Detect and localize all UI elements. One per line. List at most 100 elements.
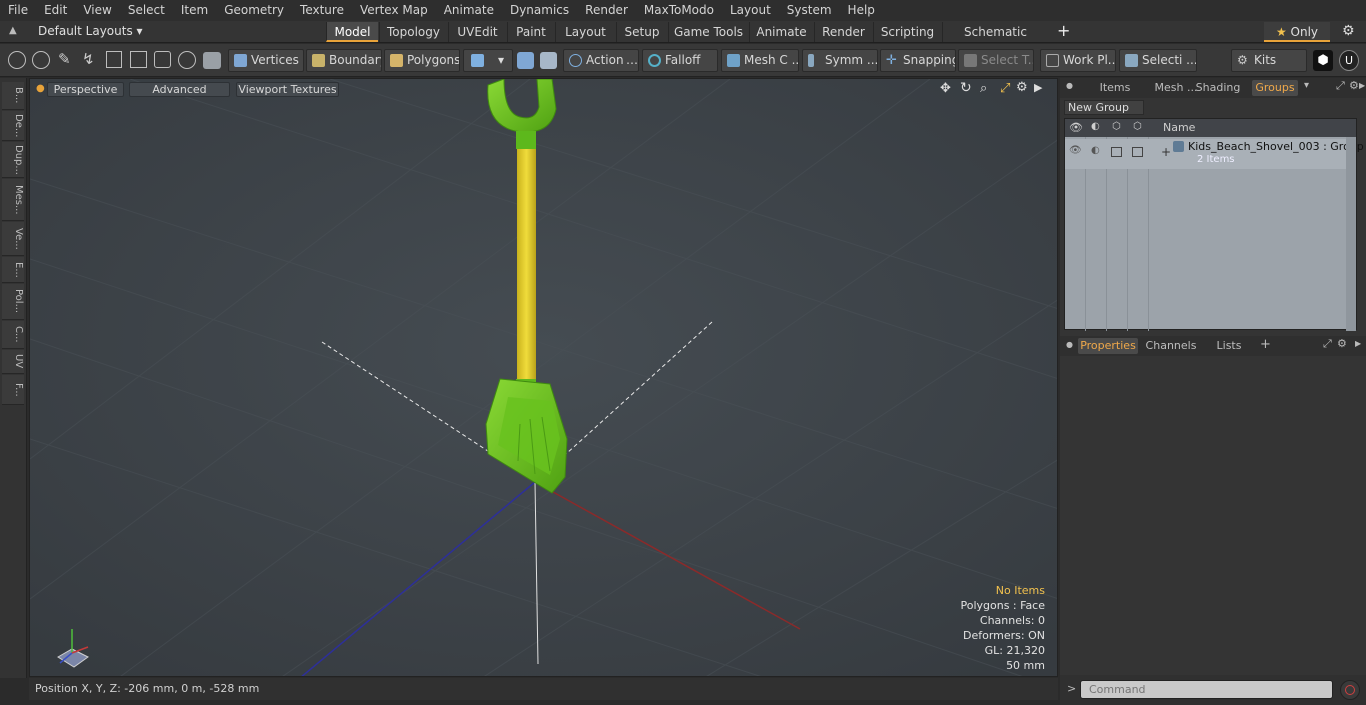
menu-vertex-map[interactable]: Vertex Map	[352, 0, 436, 21]
props-expand-icon[interactable]: ▶	[1355, 339, 1361, 348]
tab-channels[interactable]: Channels	[1142, 338, 1200, 354]
unreal-icon[interactable]: U	[1339, 50, 1359, 71]
strip-tab-polygon[interactable]: Pol...	[2, 284, 24, 320]
record-button[interactable]	[1340, 680, 1360, 700]
add-panel-tab-icon[interactable]: +	[1260, 337, 1271, 352]
action-button[interactable]: Action…	[563, 49, 639, 72]
collapse-arrow-icon[interactable]: ▲	[9, 25, 17, 36]
new-group-button[interactable]: New Group	[1064, 100, 1144, 115]
panel-expand-icon[interactable]: ▶	[1359, 81, 1365, 90]
tab-schematic-fusion[interactable]: Schematic Fusion	[942, 22, 1048, 59]
tab-lists[interactable]: Lists	[1206, 338, 1252, 354]
zoom-icon[interactable]: ⌕	[980, 81, 987, 96]
tab-items[interactable]: Items	[1084, 80, 1146, 96]
boundary-button[interactable]: Boundary	[306, 49, 382, 72]
add-tab-icon[interactable]: +	[1057, 21, 1070, 40]
expand-plus-icon[interactable]: +	[1161, 145, 1171, 159]
globe-icon[interactable]	[32, 51, 50, 69]
groups-scrollbar[interactable]	[1346, 137, 1356, 331]
tab-shading[interactable]: Shading	[1188, 80, 1248, 96]
polygons-button[interactable]: Polygons	[384, 49, 460, 72]
row-lock-checkbox[interactable]	[1111, 147, 1122, 157]
vertices-button[interactable]: Vertices	[228, 49, 304, 72]
symmetry-sphere-icon[interactable]	[517, 52, 534, 69]
tab-menu-arrow-icon[interactable]: ▾	[1304, 80, 1309, 91]
lock-icon[interactable]: ⬡	[1112, 121, 1121, 132]
tab-setup[interactable]: Setup	[616, 22, 667, 42]
item-mode-icon[interactable]	[203, 52, 221, 69]
workplane-button[interactable]: Work Pl...	[1040, 49, 1116, 72]
tab-model[interactable]: Model	[326, 22, 378, 42]
render-icon[interactable]: ◐	[1091, 121, 1100, 132]
gear-icon[interactable]: ⚙	[1342, 23, 1355, 39]
mesh-constraints-button[interactable]: Mesh C ...	[721, 49, 799, 72]
action-center-icon[interactable]	[540, 52, 557, 69]
tab-groups[interactable]: Groups	[1252, 80, 1298, 96]
tab-render[interactable]: Render	[814, 22, 872, 42]
brush-icon[interactable]: ↯	[82, 50, 95, 68]
strip-tab-duplicate[interactable]: Dup...	[2, 142, 24, 178]
strip-tab-basic[interactable]: B...	[2, 82, 24, 110]
pan-icon[interactable]: ✥	[940, 81, 951, 96]
tab-game-tools[interactable]: Game Tools	[668, 22, 748, 42]
menu-render[interactable]: Render	[577, 0, 636, 21]
strip-tab-fusion[interactable]: F...	[2, 375, 24, 405]
perspective-dropdown[interactable]: Perspective	[47, 82, 124, 97]
falloff-button[interactable]: Falloff	[642, 49, 718, 72]
symmetry-button[interactable]: Symm ...	[802, 49, 878, 72]
center-icon[interactable]	[130, 51, 147, 68]
pen-tool-icon[interactable]: ✎	[58, 50, 71, 68]
align-icon[interactable]	[106, 51, 122, 68]
tab-animate[interactable]: Animate	[749, 22, 813, 42]
menu-item[interactable]: Item	[173, 0, 216, 21]
layouts-dropdown[interactable]: Default Layouts ▾	[38, 24, 143, 38]
material-mode-dropdown[interactable]: ▾	[463, 49, 513, 72]
strip-tab-edge[interactable]: E...	[2, 257, 24, 283]
tab-paint[interactable]: Paint	[507, 22, 554, 42]
select-circle-icon[interactable]	[8, 51, 26, 69]
viewport-canvas[interactable]	[30, 79, 1058, 677]
selection-sets-button[interactable]: Selecti ...	[1119, 49, 1197, 72]
strip-tab-uv[interactable]: UV	[2, 350, 24, 374]
kits-button[interactable]: ⚙ Kits	[1231, 49, 1307, 72]
tab-properties[interactable]: Properties	[1078, 338, 1138, 354]
tab-scripting[interactable]: Scripting	[873, 22, 941, 42]
strip-tab-vertex[interactable]: Ve...	[2, 222, 24, 256]
tab-layout[interactable]: Layout	[555, 22, 615, 42]
viewport-gear-icon[interactable]: ⚙	[1016, 80, 1028, 95]
menu-help[interactable]: Help	[840, 0, 883, 21]
row-render-icon[interactable]: ◐	[1091, 145, 1100, 156]
cube-icon[interactable]: ⬢	[1313, 50, 1333, 71]
expand-arrow-icon[interactable]: ▶	[1034, 81, 1042, 94]
select-through-button[interactable]: Select T...	[958, 49, 1034, 72]
advanced-dropdown[interactable]: Advanced	[129, 82, 230, 97]
menu-view[interactable]: View	[75, 0, 119, 21]
panel-maximize-icon[interactable]: ⤢	[1336, 79, 1345, 93]
snapping-button[interactable]: ✛ Snapping	[880, 49, 956, 72]
group-row[interactable]: 👁 ◐ + Kids_Beach_Shovel_003 : Group 2 It…	[1065, 139, 1364, 169]
maximize-icon[interactable]: ⤢	[1000, 81, 1010, 96]
rotate-icon[interactable]	[178, 51, 196, 69]
menu-dynamics[interactable]: Dynamics	[502, 0, 577, 21]
strip-tab-curve[interactable]: C...	[2, 321, 24, 349]
menu-edit[interactable]: Edit	[36, 0, 75, 21]
name-column-header[interactable]: Name	[1163, 121, 1195, 134]
props-maximize-icon[interactable]: ⤢	[1323, 337, 1332, 351]
menu-layout[interactable]: Layout	[722, 0, 779, 21]
visibility-eye-icon[interactable]: 👁	[1069, 121, 1083, 134]
panel-gear-icon[interactable]: ⚙	[1349, 79, 1359, 92]
only-toggle[interactable]: ★ Only	[1264, 22, 1330, 42]
menu-maxtomodo[interactable]: MaxToModo	[636, 0, 722, 21]
menu-system[interactable]: System	[779, 0, 840, 21]
strip-tab-mesh-edit[interactable]: Mes...	[2, 179, 24, 221]
row-select-checkbox[interactable]	[1132, 147, 1143, 157]
snap-element-icon[interactable]	[154, 51, 171, 68]
select-icon[interactable]: ⬡	[1133, 121, 1142, 132]
tab-topology[interactable]: Topology	[379, 22, 447, 42]
menu-texture[interactable]: Texture	[292, 0, 352, 21]
row-eye-icon[interactable]: 👁	[1069, 145, 1082, 156]
viewport-textures-dropdown[interactable]: Viewport Textures	[236, 82, 339, 97]
command-input[interactable]	[1080, 680, 1333, 699]
menu-select[interactable]: Select	[120, 0, 173, 21]
tab-uvedit[interactable]: UVEdit	[448, 22, 506, 42]
